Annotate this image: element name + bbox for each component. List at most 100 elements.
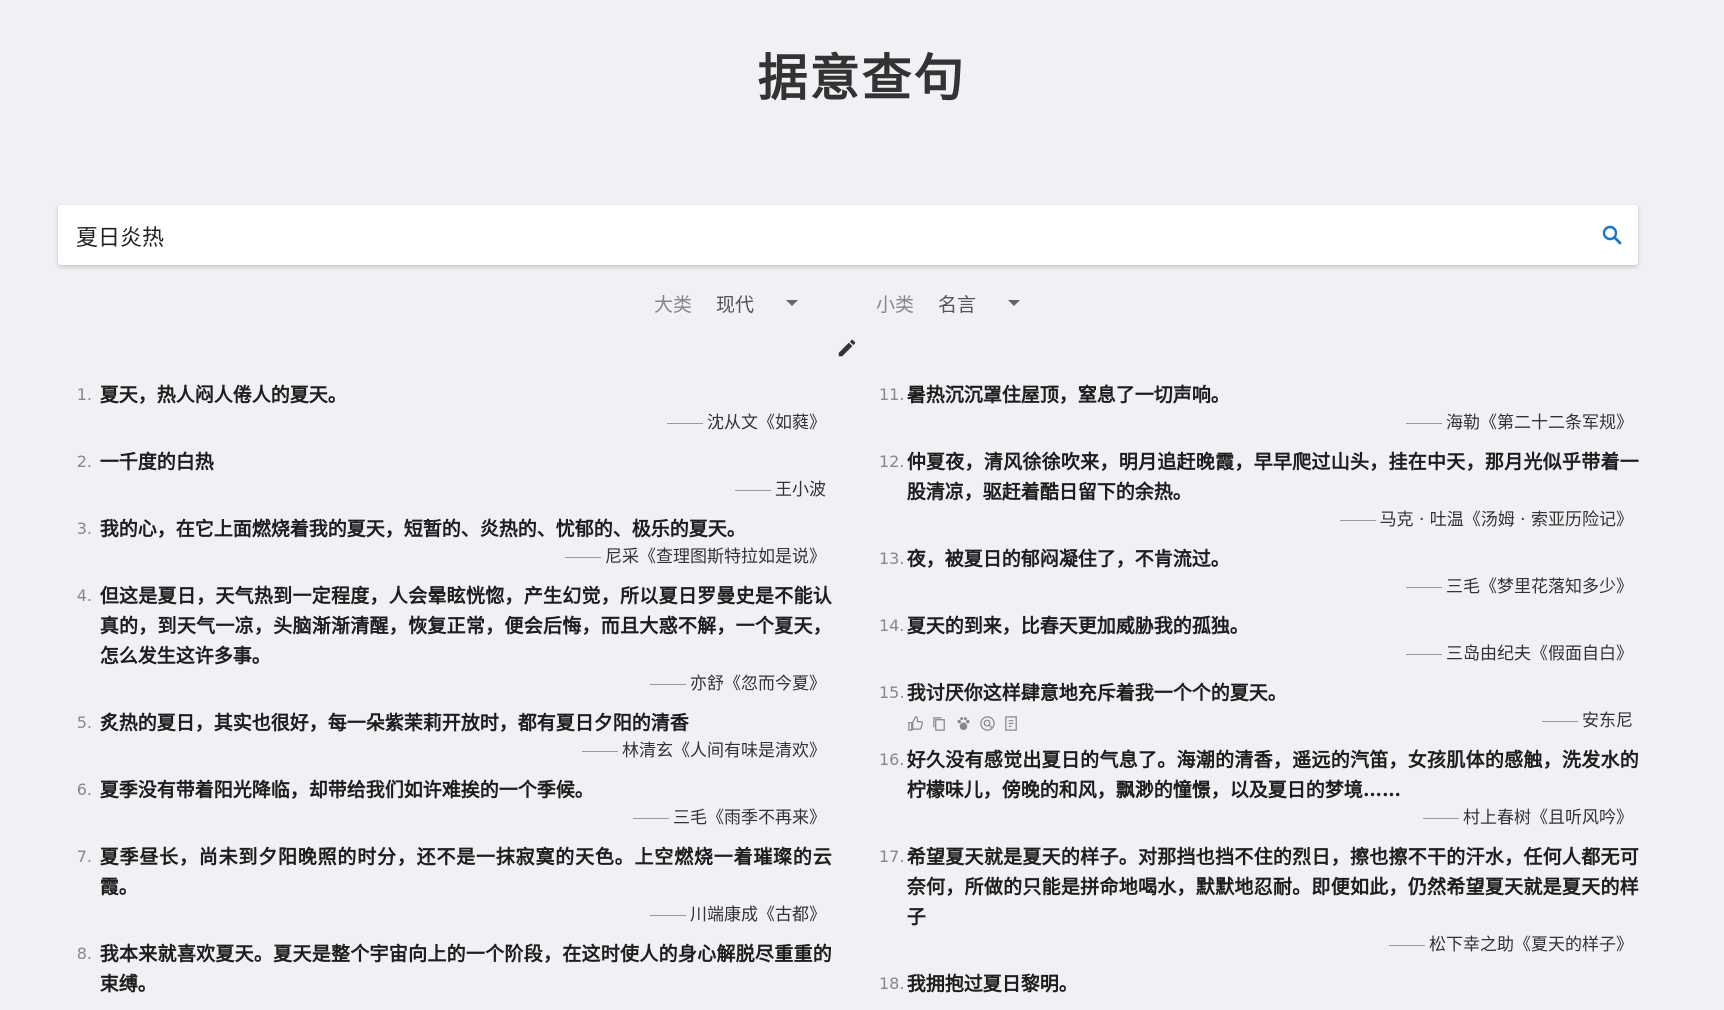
- quote-source[interactable]: 松下幸之助《夏天的样子》: [1429, 935, 1633, 955]
- source-dash: [1542, 721, 1578, 722]
- quote-number: 11.: [879, 385, 905, 404]
- search-icon[interactable]: [1600, 223, 1624, 247]
- quote-number: 3.: [76, 519, 92, 538]
- quote-text[interactable]: 但这是夏日，天气热到一定程度，人会晕眩恍惚，产生幻觉，所以夏日罗曼史是不能认真的…: [100, 581, 832, 671]
- quote-number: 4.: [76, 586, 92, 605]
- quote-item: 3. 我的心，在它上面燃烧着我的夏天，短暂的、炎热的、忧郁的、极乐的夏天。尼采《查…: [72, 514, 832, 570]
- quote-source[interactable]: 林清玄《人间有味是清欢》: [622, 741, 826, 761]
- quote-actions: [907, 715, 1020, 732]
- quote-item: 14. 夏天的到来，比春天更加威胁我的孤独。三岛由纪夫《假面自白》: [879, 611, 1639, 667]
- quote-text[interactable]: 我拥抱过夏日黎明。: [907, 969, 1639, 999]
- quote-item: 11. 暑热沉沉罩住屋顶，窒息了一切声响。海勒《第二十二条军规》: [879, 380, 1639, 436]
- quote-source[interactable]: 海勒《第二十二条军规》: [1446, 413, 1633, 433]
- quote-text[interactable]: 仲夏夜，清风徐徐吹来，明月追赶晚霞，早早爬过山头，挂在中天，那月光似乎带着一股清…: [907, 447, 1639, 507]
- filter-bar: 大类 现代 小类 名言: [0, 286, 1724, 320]
- quote-text[interactable]: 一千度的白热: [100, 447, 832, 477]
- source-dash: [565, 557, 601, 558]
- thumb-up-icon[interactable]: [907, 715, 924, 732]
- quote-item: 17. 希望夏天就是夏天的样子。对那挡也挡不住的烈日，擦也擦不干的汗水，任何人都无…: [879, 842, 1639, 958]
- quote-item: 2. 一千度的白热王小波: [72, 447, 832, 503]
- quote-text[interactable]: 夏天的到来，比春天更加威胁我的孤独。: [907, 611, 1639, 641]
- quote-text[interactable]: 我的心，在它上面燃烧着我的夏天，短暂的、炎热的、忧郁的、极乐的夏天。: [100, 514, 832, 544]
- quote-number: 14.: [879, 616, 905, 635]
- quote-item: 16. 好久没有感觉出夏日的气息了。海潮的清香，遥远的汽笛，女孩肌体的感触，洗发水…: [879, 745, 1639, 831]
- quote-number: 16.: [879, 750, 905, 769]
- quote-source[interactable]: 沈从文《如蕤》: [707, 413, 826, 433]
- quote-text[interactable]: 夏季昼长，尚未到夕阳晚照的时分，还不是一抹寂寞的天色。上空燃烧一着璀璨的云霞。: [100, 842, 832, 902]
- quote-source[interactable]: 尼采《查理图斯特拉如是说》: [605, 547, 826, 567]
- quote-text[interactable]: 炙热的夏日，其实也很好，每一朵紫茉莉开放时，都有夏日夕阳的清香: [100, 708, 832, 738]
- quote-number: 13.: [879, 549, 905, 568]
- quote-text[interactable]: 夏季没有带着阳光降临，却带给我们如许难挨的一个季候。: [100, 775, 832, 805]
- quote-item: 1. 夏天，热人闷人倦人的夏天。沈从文《如蕤》: [72, 380, 832, 436]
- pencil-icon[interactable]: [836, 337, 858, 359]
- source-dash: [650, 915, 686, 916]
- quote-item: 6. 夏季没有带着阳光降临，却带给我们如许难挨的一个季候。三毛《雨季不再来》: [72, 775, 832, 831]
- quote-number: 6.: [76, 780, 92, 799]
- quote-source[interactable]: 川端康成《古都》: [690, 905, 826, 925]
- quote-number: 15.: [879, 683, 905, 702]
- quote-number: 2.: [76, 452, 92, 471]
- baidu-icon[interactable]: [955, 715, 972, 732]
- search-input[interactable]: [74, 205, 1558, 267]
- quote-source[interactable]: 三岛由纪夫《假面自白》: [1446, 644, 1633, 664]
- quote-text[interactable]: 希望夏天就是夏天的样子。对那挡也挡不住的烈日，擦也擦不干的汗水，任何人都无可奈何…: [907, 842, 1639, 932]
- category-select[interactable]: 大类 现代: [654, 286, 799, 320]
- category-label: 大类: [654, 293, 693, 316]
- quote-source-line: 沈从文《如蕤》: [72, 410, 826, 436]
- source-dash: [1406, 654, 1442, 655]
- copy-icon[interactable]: [931, 715, 948, 732]
- source-dash: [735, 490, 771, 491]
- quote-source[interactable]: 亦舒《忽而今夏》: [690, 674, 826, 694]
- source-dash: [1406, 423, 1442, 424]
- quote-source-line: 三毛《梦里花落知多少》: [879, 574, 1633, 600]
- quote-item: 4. 但这是夏日，天气热到一定程度，人会晕眩恍惚，产生幻觉，所以夏日罗曼史是不能认…: [72, 581, 832, 697]
- source-dash: [667, 423, 703, 424]
- quote-number: 8.: [76, 944, 92, 963]
- quote-text[interactable]: 暑热沉沉罩住屋顶，窒息了一切声响。: [907, 380, 1639, 410]
- quote-source[interactable]: 村上春树《且听风吟》: [1463, 808, 1633, 828]
- source-dash: [633, 818, 669, 819]
- quote-source[interactable]: 安东尼: [1582, 711, 1633, 731]
- subcategory-label: 小类: [876, 293, 915, 316]
- dictionary-icon[interactable]: [1003, 715, 1020, 732]
- subcategory-select[interactable]: 小类 名言: [876, 286, 1021, 320]
- quote-text[interactable]: 我本来就喜欢夏天。夏天是整个宇宙向上的一个阶段，在这时使人的身心解脱尽重重的束缚…: [100, 939, 832, 999]
- quote-source-line: 川端康成《古都》: [72, 902, 826, 928]
- quote-source-line: 海勒《第二十二条军规》: [879, 410, 1633, 436]
- quote-source-line: 松下幸之助《夏天的样子》: [879, 932, 1633, 958]
- caret-down-icon: [786, 300, 799, 306]
- quote-item: 8. 我本来就喜欢夏天。夏天是整个宇宙向上的一个阶段，在这时使人的身心解脱尽重重的…: [72, 939, 832, 999]
- source-dash: [650, 684, 686, 685]
- results-column-right: 11. 暑热沉沉罩住屋顶，窒息了一切声响。海勒《第二十二条军规》 12. 仲夏夜，清风…: [879, 380, 1639, 1010]
- quote-text[interactable]: 好久没有感觉出夏日的气息了。海潮的清香，遥远的汽笛，女孩肌体的感触，洗发水的柠檬…: [907, 745, 1639, 805]
- source-dash: [1406, 587, 1442, 588]
- quote-item: 12. 仲夏夜，清风徐徐吹来，明月追赶晚霞，早早爬过山头，挂在中天，那月光似乎带着…: [879, 447, 1639, 533]
- quote-source[interactable]: 马克 · 吐温《汤姆 · 索亚历险记》: [1380, 510, 1633, 530]
- quote-item: 7. 夏季昼长，尚未到夕阳晚照的时分，还不是一抹寂寞的天色。上空燃烧一着璀璨的云霞…: [72, 842, 832, 928]
- quote-text[interactable]: 我讨厌你这样肆意地充斥着我一个个的夏天。: [907, 678, 1639, 708]
- quote-source-line: 尼采《查理图斯特拉如是说》: [72, 544, 826, 570]
- quote-number: 17.: [879, 847, 905, 866]
- subcategory-value: 名言: [938, 293, 977, 316]
- quote-source-line: 马克 · 吐温《汤姆 · 索亚历险记》: [879, 507, 1633, 533]
- page-title: 据意查句: [758, 48, 966, 107]
- quote-source[interactable]: 王小波: [775, 480, 826, 500]
- quote-number: 1.: [76, 385, 92, 404]
- quote-text[interactable]: 夏天，热人闷人倦人的夏天。: [100, 380, 832, 410]
- quote-source-line: 亦舒《忽而今夏》: [72, 671, 826, 697]
- source-dash: [582, 751, 618, 752]
- results-column-left: 1. 夏天，热人闷人倦人的夏天。沈从文《如蕤》 2. 一千度的白热王小波 3. 我的心，在…: [72, 380, 832, 1010]
- quote-text[interactable]: 夜，被夏日的郁闷凝住了，不肯流过。: [907, 544, 1639, 574]
- quote-source[interactable]: 三毛《梦里花落知多少》: [1446, 577, 1633, 597]
- quote-number: 7.: [76, 847, 92, 866]
- quote-source[interactable]: 三毛《雨季不再来》: [673, 808, 826, 828]
- quote-item: 18. 我拥抱过夏日黎明。: [879, 969, 1639, 999]
- quote-item: 13. 夜，被夏日的郁闷凝住了，不肯流过。三毛《梦里花落知多少》: [879, 544, 1639, 600]
- caret-down-icon: [1008, 300, 1021, 306]
- lookup-icon[interactable]: [979, 715, 996, 732]
- search-bar: [58, 205, 1638, 267]
- source-dash: [1339, 520, 1376, 521]
- quote-number: 18.: [879, 974, 905, 993]
- quote-source-line: 林清玄《人间有味是清欢》: [72, 738, 826, 764]
